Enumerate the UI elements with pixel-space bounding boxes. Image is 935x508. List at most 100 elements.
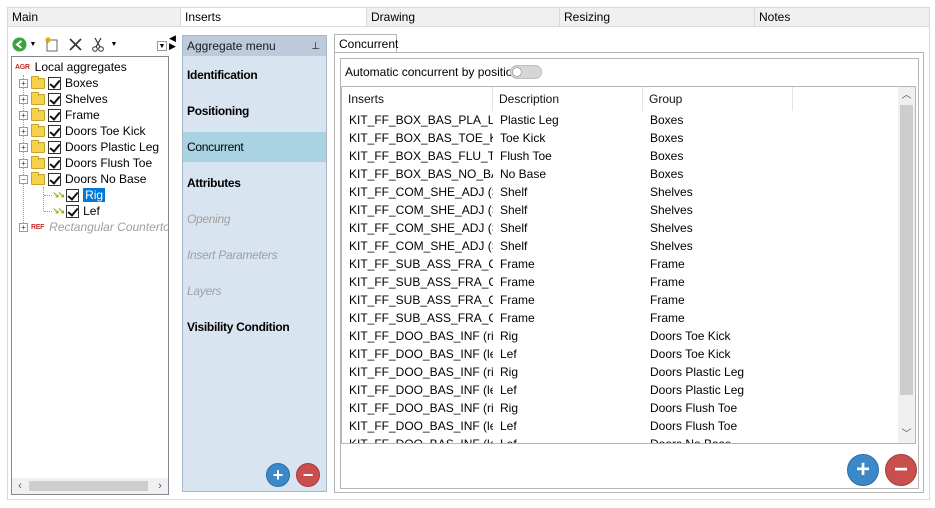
table-row[interactable]: KIT_FF_DOO_BAS_INF (rig... Rig Doors Flush… bbox=[342, 399, 899, 417]
collapse-icon[interactable]: − bbox=[19, 174, 28, 184]
tree-item-doors-flush-toe[interactable]: + Doors Flush Toe bbox=[19, 155, 152, 171]
table-row[interactable]: KIT_FF_COM_SHE_ADJ (S... Shelf Shelves bbox=[342, 237, 899, 255]
tab-main[interactable]: Main bbox=[7, 7, 180, 27]
expand-icon[interactable]: + bbox=[19, 110, 28, 120]
cell-insert: KIT_FF_BOX_BAS_FLU_T... bbox=[349, 149, 493, 163]
tree-item-label: Frame bbox=[65, 108, 100, 122]
scissors-icon[interactable] bbox=[90, 35, 106, 53]
tab-notes[interactable]: Notes bbox=[754, 7, 930, 27]
panel-splitter[interactable]: ◀ ▶ bbox=[169, 34, 179, 52]
menu-item-concurrent[interactable]: Concurrent bbox=[183, 132, 326, 162]
menu-item-layers: Layers bbox=[187, 284, 222, 298]
add-concurrent-button[interactable]: + bbox=[847, 454, 879, 486]
ref-tag-icon: REF bbox=[31, 223, 45, 231]
pin-icon[interactable]: ⊥ bbox=[311, 41, 320, 52]
tree-item-boxes[interactable]: + Boxes bbox=[19, 75, 98, 91]
tree-child-label: Lef bbox=[83, 204, 100, 218]
remove-aggregate-button[interactable]: − bbox=[296, 463, 320, 487]
table-row[interactable]: KIT_FF_SUB_ASS_FRA_C... Frame Frame bbox=[342, 273, 899, 291]
table-row[interactable]: KIT_FF_SUB_ASS_FRA_C... Frame Frame bbox=[342, 255, 899, 273]
tab-concurrent[interactable]: Concurrent bbox=[334, 34, 398, 53]
expand-icon[interactable]: + bbox=[19, 222, 28, 232]
checkbox[interactable] bbox=[48, 108, 61, 122]
cell-description: Lef bbox=[500, 347, 517, 361]
tree-item-ref[interactable]: + REF Rectangular Countertop bbox=[19, 219, 169, 235]
expand-icon[interactable]: + bbox=[19, 126, 28, 136]
checkbox[interactable] bbox=[48, 124, 61, 138]
table-row[interactable]: KIT_FF_COM_SHE_ADJ (S... Shelf Shelves bbox=[342, 219, 899, 237]
scroll-thumb[interactable] bbox=[29, 481, 148, 491]
table-row[interactable]: KIT_FF_DOO_BAS_INF (lef... Lef Doors Plast… bbox=[342, 381, 899, 399]
tree-ref-label: Rectangular Countertop bbox=[49, 220, 169, 234]
delete-x-icon[interactable] bbox=[67, 35, 83, 53]
checkbox[interactable] bbox=[48, 140, 61, 154]
table-row[interactable]: KIT_FF_BOX_BAS_TOE_KI... Toe Kick Boxes bbox=[342, 129, 899, 147]
expand-icon[interactable]: + bbox=[19, 142, 28, 152]
menu-item-positioning[interactable]: Positioning bbox=[183, 96, 326, 126]
table-row[interactable]: KIT_FF_DOO_BAS_INF (lef... Lef Doors No Ba… bbox=[342, 435, 899, 443]
toolbar-overflow-icon[interactable]: ▼ bbox=[157, 41, 167, 51]
column-header-description[interactable]: Description bbox=[493, 87, 643, 111]
scroll-up-icon[interactable]: ︿ bbox=[898, 87, 915, 104]
checkbox[interactable] bbox=[48, 172, 61, 186]
folder-icon bbox=[31, 155, 45, 169]
tab-resizing[interactable]: Resizing bbox=[559, 7, 754, 27]
table-row[interactable]: KIT_FF_DOO_BAS_INF (lef... Lef Doors Flush… bbox=[342, 417, 899, 435]
tree-child-rig[interactable]: ↘↘ Rig bbox=[52, 187, 106, 203]
back-arrow-icon[interactable] bbox=[11, 35, 27, 53]
tree-item-shelves[interactable]: + Shelves bbox=[19, 91, 108, 107]
expand-icon[interactable]: + bbox=[19, 158, 28, 168]
scroll-thumb[interactable] bbox=[900, 105, 913, 395]
menu-item-attributes[interactable]: Attributes bbox=[183, 168, 326, 198]
checkbox[interactable] bbox=[66, 204, 80, 218]
checkbox[interactable] bbox=[66, 188, 80, 202]
menu-item-identification[interactable]: Identification bbox=[183, 60, 326, 90]
cell-group: Frame bbox=[650, 311, 685, 325]
menu-item-visibility-condition[interactable]: Visibility Condition bbox=[183, 312, 326, 342]
scroll-right-icon[interactable]: › bbox=[152, 478, 168, 494]
expand-right-icon[interactable]: ▶ bbox=[169, 42, 179, 51]
back-dropdown-icon[interactable]: ▼ bbox=[29, 35, 37, 53]
checkbox[interactable] bbox=[48, 156, 61, 170]
tree-child-lef[interactable]: ↘↘ Lef bbox=[52, 203, 100, 219]
aggregate-menu: Aggregate menu ⊥ Identification Position… bbox=[182, 35, 327, 492]
folder-icon bbox=[31, 139, 45, 153]
checkbox[interactable] bbox=[48, 92, 61, 106]
cell-description: Lef bbox=[500, 419, 517, 433]
new-item-icon[interactable] bbox=[43, 35, 61, 53]
table-row[interactable]: KIT_FF_COM_SHE_ADJ (S... Shelf Shelves bbox=[342, 183, 899, 201]
tab-inserts[interactable]: Inserts bbox=[180, 7, 366, 27]
tree-horizontal-scrollbar[interactable]: ‹ › bbox=[12, 478, 168, 494]
cell-group: Doors Flush Toe bbox=[650, 401, 738, 415]
auto-concurrent-toggle[interactable] bbox=[510, 65, 542, 79]
tree-root[interactable]: AGR Local aggregates bbox=[15, 59, 127, 75]
table-row[interactable]: KIT_FF_DOO_BAS_INF (lef... Lef Doors Toe K… bbox=[342, 345, 899, 363]
scroll-left-icon[interactable]: ‹ bbox=[12, 478, 28, 494]
table-row[interactable]: KIT_FF_COM_SHE_ADJ (S... Shelf Shelves bbox=[342, 201, 899, 219]
remove-concurrent-button[interactable]: − bbox=[885, 454, 917, 486]
tree-item-doors-no-base[interactable]: − Doors No Base bbox=[19, 171, 146, 187]
tree-item-doors-toe-kick[interactable]: + Doors Toe Kick bbox=[19, 123, 145, 139]
expand-icon[interactable]: + bbox=[19, 78, 28, 88]
table-row[interactable]: KIT_FF_DOO_BAS_INF (rig... Rig Doors Plast… bbox=[342, 363, 899, 381]
cell-insert: KIT_FF_BOX_BAS_PLA_LE... bbox=[349, 113, 493, 127]
checkbox[interactable] bbox=[48, 76, 61, 90]
table-row[interactable]: KIT_FF_SUB_ASS_FRA_C... Frame Frame bbox=[342, 309, 899, 327]
tree-item-doors-plastic-leg[interactable]: + Doors Plastic Leg bbox=[19, 139, 159, 155]
table-row[interactable]: KIT_FF_BOX_BAS_NO_BA... No Base Boxes bbox=[342, 165, 899, 183]
aggregate-tree[interactable]: AGR Local aggregates + Boxes + Shelves + Fr… bbox=[11, 56, 169, 495]
column-header-inserts[interactable]: Inserts bbox=[342, 87, 493, 111]
table-vertical-scrollbar[interactable]: ︿ ﹀ bbox=[898, 87, 915, 443]
cell-insert: KIT_FF_BOX_BAS_NO_BA... bbox=[349, 167, 493, 181]
tab-drawing[interactable]: Drawing bbox=[366, 7, 559, 27]
cut-dropdown-icon[interactable]: ▼ bbox=[110, 35, 118, 53]
table-row[interactable]: KIT_FF_SUB_ASS_FRA_C... Frame Frame bbox=[342, 291, 899, 309]
expand-icon[interactable]: + bbox=[19, 94, 28, 104]
table-row[interactable]: KIT_FF_BOX_BAS_PLA_LE... Plastic Leg Boxes bbox=[342, 111, 899, 129]
scroll-down-icon[interactable]: ﹀ bbox=[898, 426, 915, 443]
add-aggregate-button[interactable]: + bbox=[266, 463, 290, 487]
table-row[interactable]: KIT_FF_DOO_BAS_INF (rig... Rig Doors Toe K… bbox=[342, 327, 899, 345]
column-header-group[interactable]: Group bbox=[643, 87, 793, 111]
table-row[interactable]: KIT_FF_BOX_BAS_FLU_T... Flush Toe Boxes bbox=[342, 147, 899, 165]
tree-item-frame[interactable]: + Frame bbox=[19, 107, 100, 123]
